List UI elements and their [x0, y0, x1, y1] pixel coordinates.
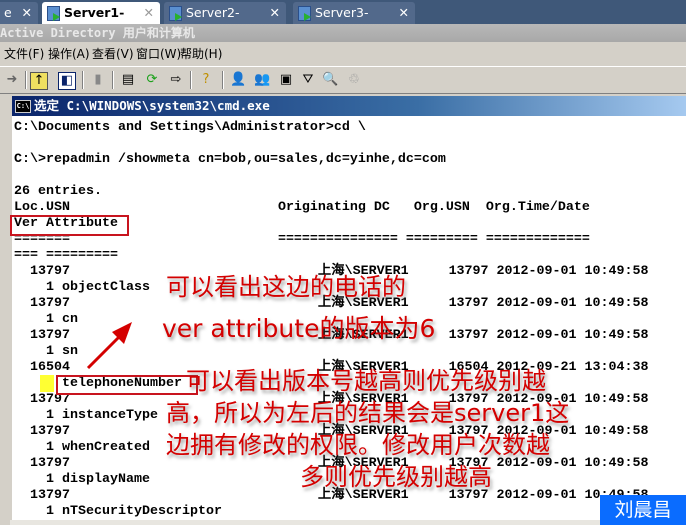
annotation-3: 可以看出版本号越高则优先级别越 — [186, 367, 546, 395]
horizontal-scrollbar[interactable] — [10, 520, 600, 525]
annotation-1: 可以看出这边的电话的 — [166, 273, 406, 301]
annotation-2: ver attribute的版本为6 — [162, 314, 436, 343]
arrow-line — [86, 332, 124, 370]
annotation-5: 边拥有修改的权限。修改用户次数越 — [166, 431, 550, 459]
annotation-4: 高，所以为左后的结果会是server1这 — [166, 399, 570, 427]
annotation-6: 多则优先级别越高 — [300, 463, 492, 491]
author-watermark: 刘晨昌 — [600, 495, 686, 525]
